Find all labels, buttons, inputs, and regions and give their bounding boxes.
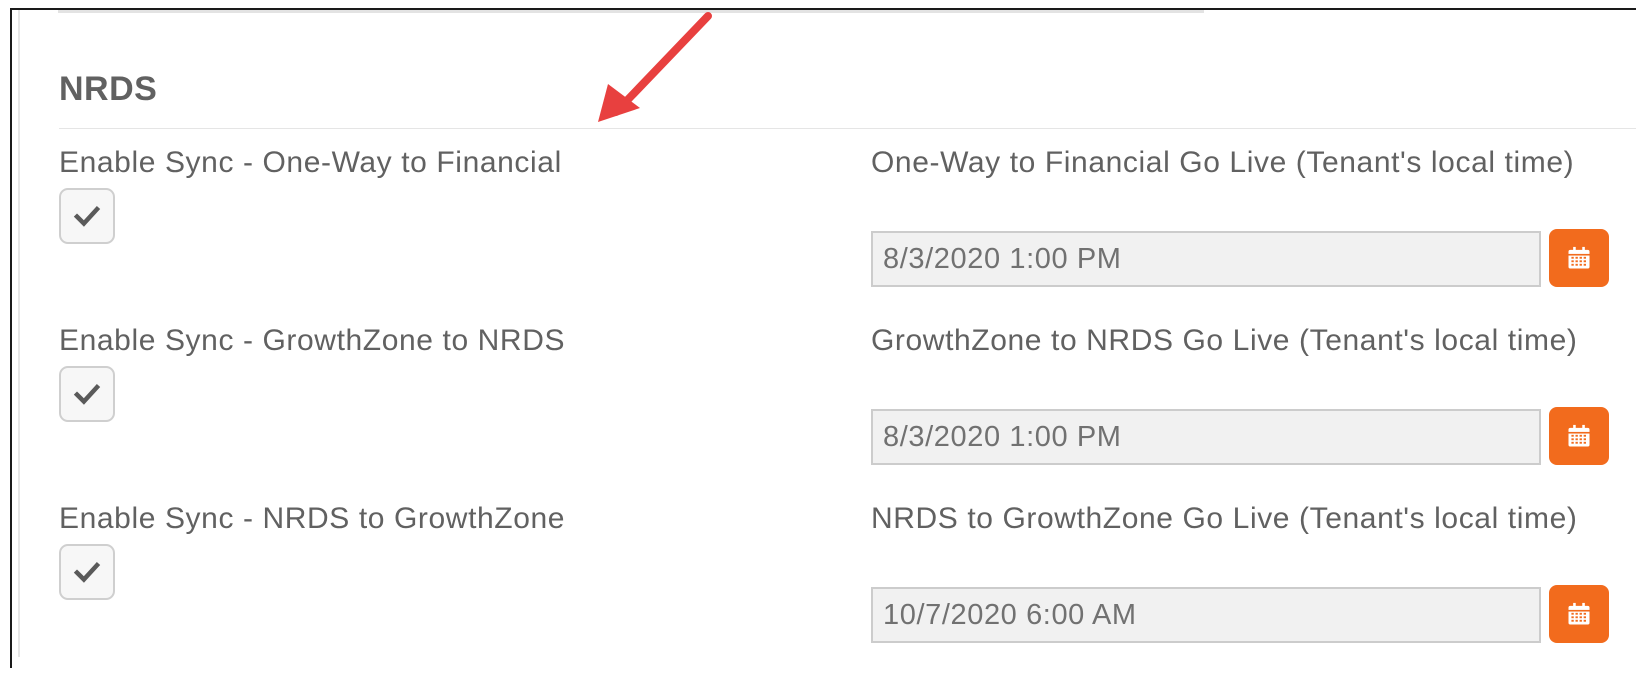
sync-label: Enable Sync - GrowthZone to NRDS [59,324,566,357]
enable-sync-checkbox[interactable] [59,366,115,422]
red-arrow-icon [598,12,712,122]
go-live-date-input[interactable] [871,231,1541,287]
calendar-icon [1568,246,1590,269]
checkmark-icon [73,205,101,227]
sync-row-one-way-financial: Enable Sync - One-Way to Financial One-W… [0,146,1636,324]
enable-sync-checkbox[interactable] [59,544,115,600]
enable-sync-checkbox[interactable] [59,188,115,244]
date-picker-button[interactable] [1549,585,1609,643]
go-live-date-input[interactable] [871,587,1541,643]
section-divider [59,128,1636,129]
go-live-label: One-Way to Financial Go Live (Tenant's l… [871,146,1575,179]
checkmark-icon [73,561,101,583]
date-picker-button[interactable] [1549,407,1609,465]
calendar-icon [1568,424,1590,447]
checkmark-icon [73,383,101,405]
go-live-date-input[interactable] [871,409,1541,465]
sync-row-growthzone-to-nrds: Enable Sync - GrowthZone to NRDS GrowthZ… [0,324,1636,502]
go-live-label: GrowthZone to NRDS Go Live (Tenant's loc… [871,324,1578,357]
sync-label: Enable Sync - NRDS to GrowthZone [59,502,566,535]
sync-row-nrds-to-growthzone: Enable Sync - NRDS to GrowthZone NRDS to… [0,502,1636,680]
go-live-label: NRDS to GrowthZone Go Live (Tenant's loc… [871,502,1578,535]
section-title: NRDS [59,70,158,108]
date-picker-button[interactable] [1549,229,1609,287]
sync-label: Enable Sync - One-Way to Financial [59,146,562,179]
calendar-icon [1568,602,1590,625]
